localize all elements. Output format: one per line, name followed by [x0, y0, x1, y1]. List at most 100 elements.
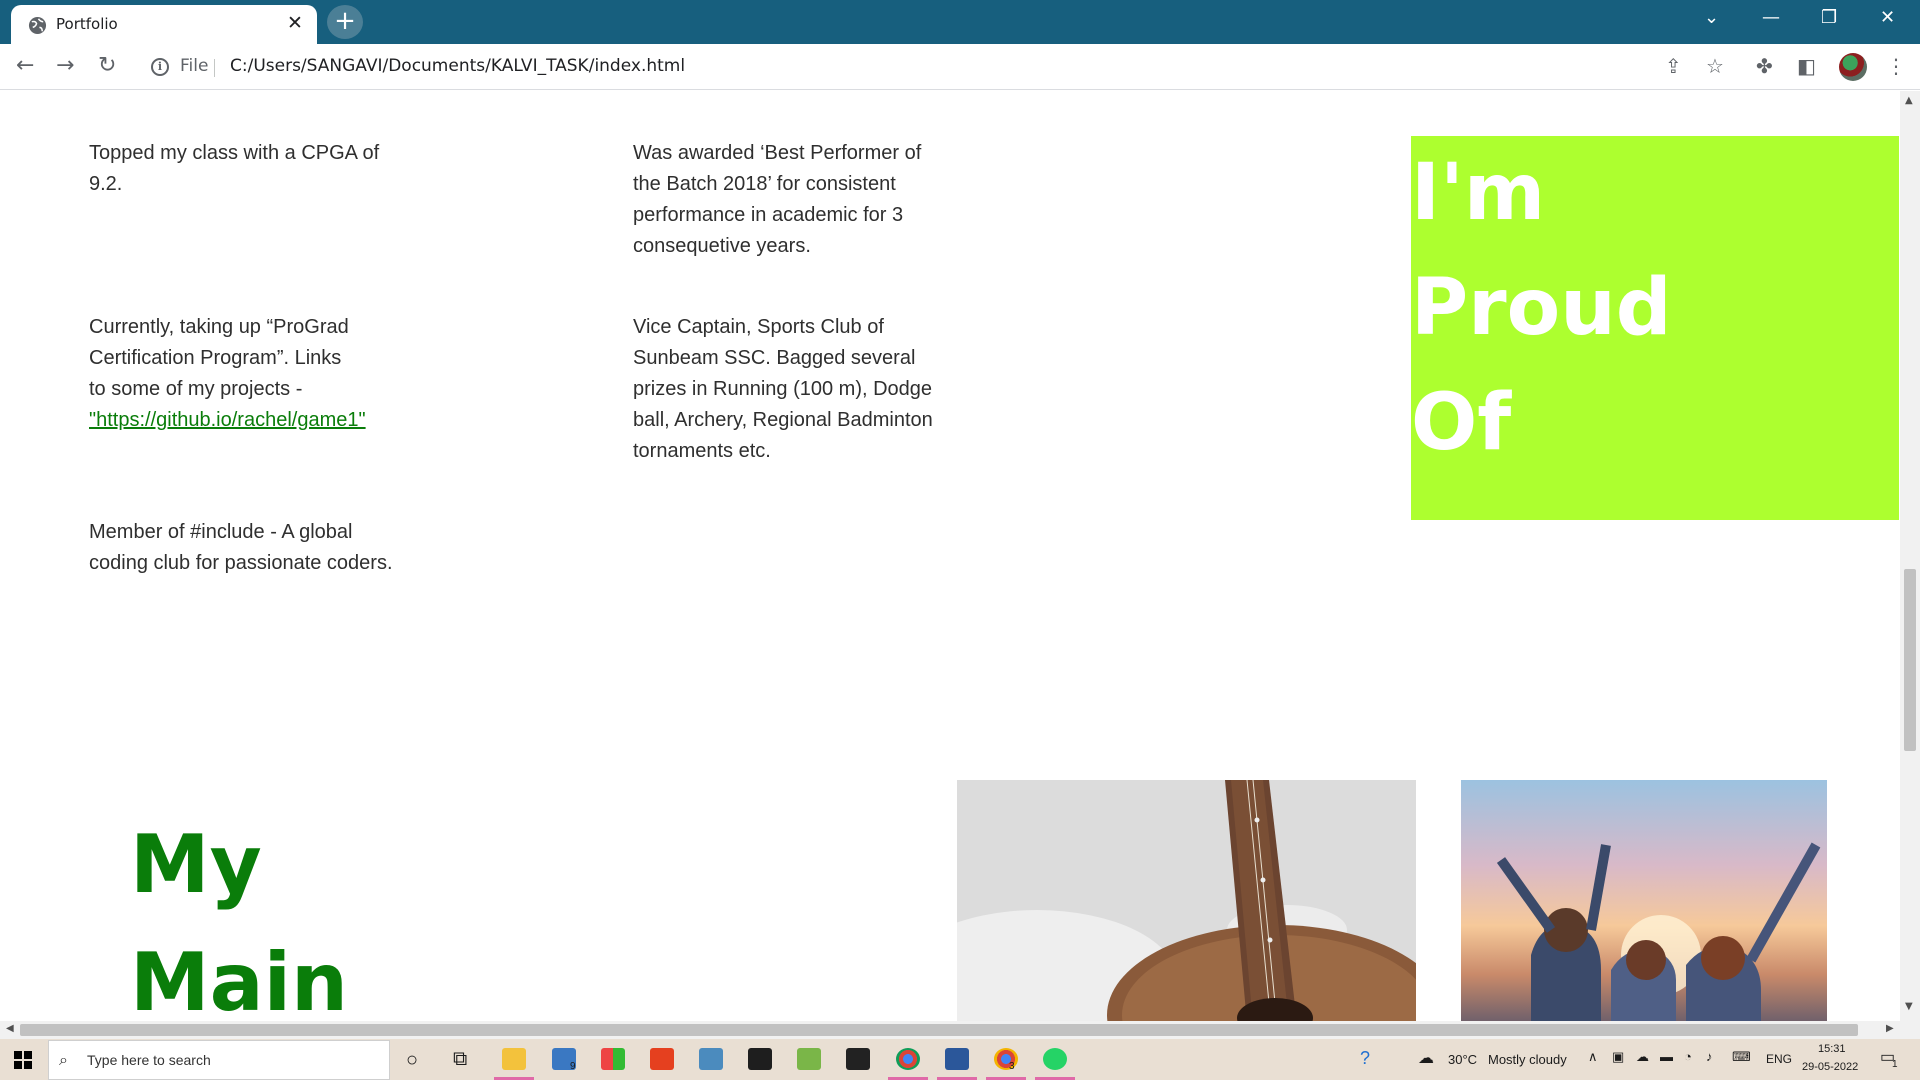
- close-tab-icon[interactable]: ✕: [287, 12, 303, 34]
- omnibox-divider: [214, 59, 215, 77]
- scroll-right-arrow-icon[interactable]: ▶: [1886, 1023, 1894, 1034]
- onedrive-icon[interactable]: ☁: [1636, 1049, 1649, 1065]
- scroll-up-arrow-icon[interactable]: ▲: [1905, 95, 1913, 106]
- friends-illustration: [1496, 842, 1821, 1021]
- chrome-icon[interactable]: [896, 1048, 920, 1070]
- minimize-button[interactable]: —: [1762, 7, 1780, 28]
- browser-tab-portfolio[interactable]: Portfolio ✕: [11, 5, 317, 44]
- proud-of-heading-block: I'm Proud Of: [1411, 136, 1899, 520]
- input-language[interactable]: ENG: [1766, 1052, 1792, 1066]
- text-line: ball, Archery, Regional Badminton: [633, 409, 933, 431]
- text-line: Vice Captain, Sports Club of: [633, 316, 884, 338]
- weather-description[interactable]: Mostly cloudy: [1488, 1052, 1567, 1067]
- battery-icon[interactable]: ▬: [1660, 1049, 1673, 1064]
- text-line: 9.2.: [89, 173, 123, 195]
- achievement-include-club: Member of #include - A global coding clu…: [89, 517, 393, 579]
- restore-button[interactable]: ❐: [1821, 7, 1837, 28]
- text-line: tornaments etc.: [633, 440, 771, 462]
- text-line: Sunbeam SSC. Bagged several: [633, 347, 916, 369]
- notification-count: 1: [1892, 1059, 1898, 1070]
- mail-badge: 9: [570, 1061, 576, 1072]
- browser-toolbar: ← → ↻ i File C:/Users/SANGAVI/Documents/…: [0, 44, 1920, 90]
- friends-sunset-photo: [1461, 780, 1827, 1021]
- chrome-badge: 3: [1009, 1061, 1015, 1072]
- tab-search-chevron-icon[interactable]: ⌄: [1704, 7, 1719, 28]
- guitar-illustration: [957, 780, 1416, 1021]
- text-line: performance in academic for 3: [633, 204, 904, 226]
- sticky-notes-icon[interactable]: [846, 1048, 870, 1070]
- forward-arrow-icon[interactable]: →: [56, 53, 74, 78]
- window-close-button[interactable]: ✕: [1880, 7, 1895, 28]
- scroll-down-arrow-icon[interactable]: ▼: [1905, 1001, 1913, 1012]
- weather-cloud-icon: ☁: [1418, 1050, 1434, 1067]
- search-placeholder: Type here to search: [87, 1052, 211, 1068]
- clock-time[interactable]: 15:31: [1818, 1043, 1846, 1055]
- text-line: Currently, taking up “ProGrad: [89, 316, 349, 338]
- profile-avatar[interactable]: [1839, 53, 1867, 81]
- achievement-prograd: Currently, taking up “ProGrad Certificat…: [89, 312, 366, 436]
- extensions-puzzle-icon[interactable]: ✤: [1756, 54, 1773, 78]
- reload-icon[interactable]: ↻: [98, 53, 116, 78]
- windows-start-icon[interactable]: [14, 1051, 32, 1069]
- address-bar[interactable]: i File C:/Users/SANGAVI/Documents/KALVI_…: [140, 50, 1740, 84]
- page-viewport: Topped my class with a CPGA of 9.2. Curr…: [0, 91, 1900, 1021]
- clock-date[interactable]: 29-05-2022: [1802, 1061, 1858, 1073]
- tray-chevron-icon[interactable]: ∧: [1588, 1049, 1598, 1065]
- office-icon[interactable]: [650, 1048, 674, 1070]
- url-text[interactable]: C:/Users/SANGAVI/Documents/KALVI_TASK/in…: [230, 56, 685, 76]
- menu-kebab-icon[interactable]: ⋮: [1886, 54, 1906, 78]
- text-line: Was awarded ‘Best Performer of: [633, 142, 922, 164]
- text-line: consequetive years.: [633, 235, 811, 257]
- weather-temperature[interactable]: 30°C: [1448, 1052, 1477, 1067]
- file-explorer-icon[interactable]: [502, 1048, 526, 1070]
- notepad-icon[interactable]: [797, 1048, 821, 1070]
- word-icon[interactable]: [945, 1048, 969, 1070]
- achievement-sports-captain: Vice Captain, Sports Club of Sunbeam SSC…: [633, 312, 933, 467]
- file-scheme-label: File: [180, 56, 209, 76]
- tray-device-icon[interactable]: ▣: [1612, 1049, 1624, 1065]
- wifi-icon[interactable]: ◔: [1684, 1049, 1692, 1064]
- text-line: coding club for passionate coders.: [89, 552, 393, 574]
- vertical-scrollbar[interactable]: ▲ ▼: [1900, 91, 1920, 1021]
- scroll-left-arrow-icon[interactable]: ◀: [6, 1023, 14, 1034]
- new-tab-button[interactable]: +: [327, 5, 363, 39]
- browser-title-bar: Portfolio ✕ + ⌄ — ❐ ✕: [0, 0, 1920, 44]
- terminal-icon[interactable]: [748, 1048, 772, 1070]
- cortana-icon[interactable]: ○: [406, 1049, 418, 1072]
- back-arrow-icon[interactable]: ←: [16, 53, 34, 78]
- bookmark-star-icon[interactable]: ☆: [1706, 54, 1724, 78]
- task-view-icon[interactable]: ⧉: [453, 1048, 467, 1071]
- text-line: prizes in Running (100 m), Dodge: [633, 378, 933, 400]
- proud-heading-line: Of: [1411, 378, 1512, 468]
- text-line: to some of my projects -: [89, 378, 303, 400]
- text-line: the Batch 2018’ for consistent: [633, 173, 896, 195]
- text-line: Topped my class with a CPGA of: [89, 142, 380, 164]
- tab-title: Portfolio: [56, 15, 118, 33]
- proud-heading-line: Proud: [1411, 263, 1672, 353]
- text-line: Certification Program”. Links: [89, 347, 342, 369]
- horizontal-scrollbar[interactable]: ◀ ▶: [0, 1021, 1920, 1039]
- project-link[interactable]: "https://github.io/rachel/game1": [89, 409, 366, 431]
- windows-taskbar: ⌕ Type here to search ○ ⧉ 9 3 ? ☁ 30°C M…: [0, 1039, 1920, 1080]
- python-icon[interactable]: [699, 1048, 723, 1070]
- proud-heading-line: I'm: [1411, 148, 1546, 238]
- vertical-scroll-thumb[interactable]: [1904, 569, 1916, 751]
- site-info-icon[interactable]: i: [151, 58, 169, 76]
- achievement-cgpa: Topped my class with a CPGA of 9.2.: [89, 138, 379, 200]
- keyboard-icon[interactable]: ⌨: [1732, 1049, 1751, 1065]
- paint-app-icon[interactable]: [601, 1048, 625, 1070]
- taskbar-search-box[interactable]: ⌕ Type here to search: [48, 1040, 390, 1080]
- main-heading-line: Main: [130, 936, 348, 1021]
- side-panel-icon[interactable]: ◧: [1797, 54, 1816, 78]
- guitar-photo: [957, 780, 1416, 1021]
- share-icon[interactable]: ⇪: [1665, 54, 1682, 78]
- globe-icon: [28, 16, 47, 35]
- search-icon: ⌕: [59, 1050, 68, 1069]
- volume-icon[interactable]: ♪: [1706, 1049, 1713, 1064]
- horizontal-scroll-thumb[interactable]: [20, 1024, 1858, 1036]
- achievement-best-performer: Was awarded ‘Best Performer of the Batch…: [633, 138, 921, 262]
- whatsapp-icon[interactable]: [1043, 1048, 1067, 1070]
- text-line: Member of #include - A global: [89, 521, 353, 543]
- help-icon[interactable]: ?: [1360, 1048, 1370, 1069]
- main-heading-line: My: [130, 818, 262, 911]
